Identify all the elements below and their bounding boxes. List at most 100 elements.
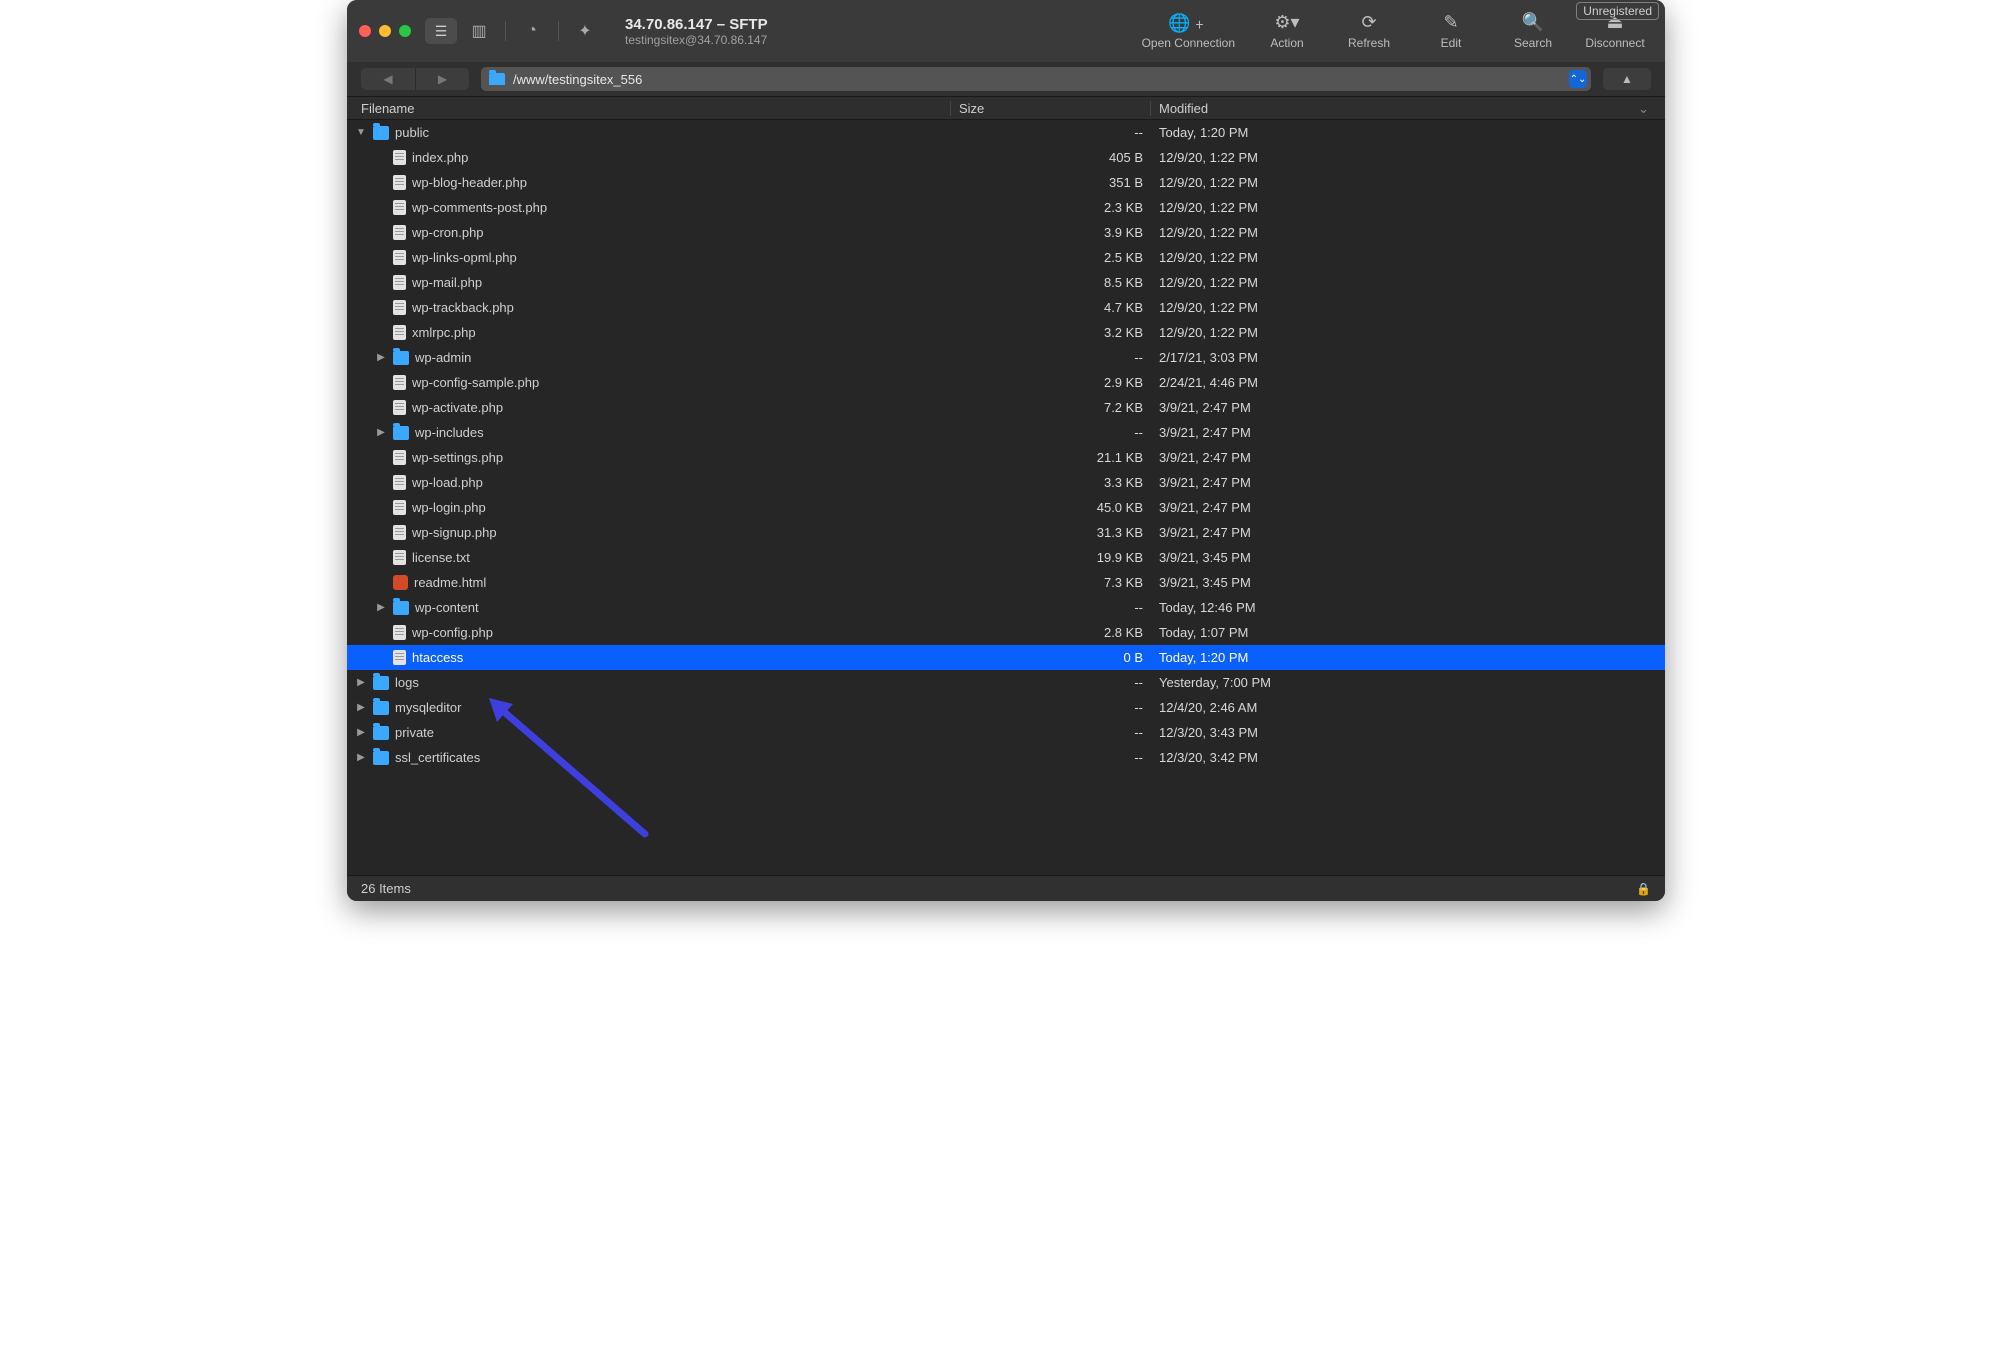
file-row[interactable]: readme.html7.3 KB3/9/21, 3:45 PM — [347, 570, 1665, 595]
file-row[interactable]: ▶private--12/3/20, 3:43 PM — [347, 720, 1665, 745]
disclosure-triangle[interactable]: ▶ — [375, 427, 387, 438]
search-button[interactable]: 🔍 Search — [1503, 12, 1563, 50]
file-row[interactable]: wp-comments-post.php2.3 KB12/9/20, 1:22 … — [347, 195, 1665, 220]
column-size[interactable]: Size — [951, 101, 1151, 116]
bonjour-icon[interactable]: ✦ — [573, 21, 597, 41]
disclosure-triangle[interactable]: ▼ — [355, 127, 367, 138]
close-window-button[interactable] — [359, 25, 371, 37]
open-connection-button[interactable]: 🌐﹢ Open Connection — [1142, 12, 1235, 50]
file-name: mysqleditor — [395, 700, 461, 715]
file-icon — [393, 525, 406, 540]
file-size: 31.3 KB — [951, 525, 1151, 540]
column-modified[interactable]: Modified ⌄ — [1151, 101, 1665, 116]
file-size: 2.5 KB — [951, 250, 1151, 265]
file-size: 45.0 KB — [951, 500, 1151, 515]
file-name: wp-activate.php — [412, 400, 503, 415]
file-name: license.txt — [412, 550, 470, 565]
file-row[interactable]: wp-settings.php21.1 KB3/9/21, 2:47 PM — [347, 445, 1665, 470]
status-bar: 26 Items 🔒 — [347, 875, 1665, 901]
file-row[interactable]: license.txt19.9 KB3/9/21, 3:45 PM — [347, 545, 1665, 570]
file-row[interactable]: wp-trackback.php4.7 KB12/9/20, 1:22 PM — [347, 295, 1665, 320]
edit-button[interactable]: ✎ Edit — [1421, 12, 1481, 50]
file-name: wp-mail.php — [412, 275, 482, 290]
action-label: Action — [1270, 36, 1303, 50]
refresh-button[interactable]: ⟳ Refresh — [1339, 12, 1399, 50]
file-size: -- — [951, 425, 1151, 440]
file-size: -- — [951, 600, 1151, 615]
minimize-window-button[interactable] — [379, 25, 391, 37]
file-row[interactable]: wp-config-sample.php2.9 KB2/24/21, 4:46 … — [347, 370, 1665, 395]
file-row[interactable]: wp-cron.php3.9 KB12/9/20, 1:22 PM — [347, 220, 1665, 245]
file-modified: 3/9/21, 2:47 PM — [1151, 400, 1665, 415]
folder-icon — [393, 351, 409, 365]
disclosure-triangle[interactable]: ▶ — [355, 752, 367, 763]
path-dropdown-icon[interactable]: ⌃⌄ — [1569, 70, 1587, 88]
path-field[interactable]: /www/testingsitex_556 ⌃⌄ — [481, 67, 1591, 91]
file-name: wp-admin — [415, 350, 471, 365]
bookmarks-icon[interactable]: ▥ — [467, 21, 491, 41]
file-size: 21.1 KB — [951, 450, 1151, 465]
file-row[interactable]: wp-load.php 3.3 KB3/9/21, 2:47 PM — [347, 470, 1665, 495]
html-file-icon — [393, 575, 408, 590]
toggle-sidebar-button[interactable]: ☰ — [425, 18, 457, 44]
file-name: wp-content — [415, 600, 479, 615]
disclosure-triangle[interactable]: ▶ — [355, 677, 367, 688]
file-icon — [393, 275, 406, 290]
file-row[interactable]: wp-activate.php7.2 KB3/9/21, 2:47 PM — [347, 395, 1665, 420]
disclosure-triangle[interactable]: ▶ — [355, 727, 367, 738]
window-title: 34.70.86.147 – SFTP — [625, 16, 768, 33]
file-list[interactable]: ▼public--Today, 1:20 PMindex.php405 B12/… — [347, 120, 1665, 875]
file-size: 2.8 KB — [951, 625, 1151, 640]
zoom-window-button[interactable] — [399, 25, 411, 37]
window-controls — [359, 25, 411, 37]
file-modified: 3/9/21, 2:47 PM — [1151, 475, 1665, 490]
disclosure-triangle[interactable]: ▶ — [375, 352, 387, 363]
file-icon — [393, 150, 406, 165]
history-icon[interactable]: ◔ — [520, 22, 544, 40]
disclosure-triangle[interactable]: ▶ — [375, 602, 387, 613]
file-row[interactable]: htaccess0 BToday, 1:20 PM — [347, 645, 1665, 670]
file-icon — [393, 650, 406, 665]
action-label: Disconnect — [1585, 36, 1644, 50]
folder-icon — [373, 751, 389, 765]
status-text: 26 Items — [361, 881, 411, 896]
file-icon — [393, 250, 406, 265]
file-modified: 3/9/21, 3:45 PM — [1151, 575, 1665, 590]
file-name: wp-load.php — [412, 475, 483, 490]
file-row[interactable]: ▶ssl_certificates--12/3/20, 3:42 PM — [347, 745, 1665, 770]
file-row[interactable]: index.php405 B12/9/20, 1:22 PM — [347, 145, 1665, 170]
file-size: 2.3 KB — [951, 200, 1151, 215]
file-row[interactable]: ▶logs--Yesterday, 7:00 PM — [347, 670, 1665, 695]
disclosure-triangle[interactable]: ▶ — [355, 702, 367, 713]
file-modified: 12/9/20, 1:22 PM — [1151, 325, 1665, 340]
folder-icon — [373, 126, 389, 140]
file-row[interactable]: wp-blog-header.php351 B12/9/20, 1:22 PM — [347, 170, 1665, 195]
file-row[interactable]: wp-links-opml.php2.5 KB12/9/20, 1:22 PM — [347, 245, 1665, 270]
nav-forward-button[interactable]: ▶ — [415, 68, 469, 90]
nav-back-button[interactable]: ◀ — [361, 68, 415, 90]
file-row[interactable]: ▶wp-admin--2/17/21, 3:03 PM — [347, 345, 1665, 370]
file-row[interactable]: wp-config.php2.8 KBToday, 1:07 PM — [347, 620, 1665, 645]
file-size: 351 B — [951, 175, 1151, 190]
file-row[interactable]: ▼public--Today, 1:20 PM — [347, 120, 1665, 145]
file-icon — [393, 550, 406, 565]
file-row[interactable]: ▶mysqleditor--12/4/20, 2:46 AM — [347, 695, 1665, 720]
go-up-button[interactable]: ▲ — [1603, 68, 1651, 90]
path-text: /www/testingsitex_556 — [513, 72, 642, 87]
file-name: wp-cron.php — [412, 225, 484, 240]
file-row[interactable]: wp-signup.php31.3 KB3/9/21, 2:47 PM — [347, 520, 1665, 545]
folder-icon — [393, 601, 409, 615]
file-row[interactable]: ▶wp-includes--3/9/21, 2:47 PM — [347, 420, 1665, 445]
app-window: Unregistered ☰ ▥ ◔ ✦ 34.70.86.147 – SFTP… — [347, 0, 1665, 901]
file-row[interactable]: wp-mail.php8.5 KB12/9/20, 1:22 PM — [347, 270, 1665, 295]
file-row[interactable]: wp-login.php45.0 KB3/9/21, 2:47 PM — [347, 495, 1665, 520]
column-filename[interactable]: Filename — [347, 101, 951, 116]
file-modified: 3/9/21, 2:47 PM — [1151, 525, 1665, 540]
file-size: 4.7 KB — [951, 300, 1151, 315]
file-row[interactable]: ▶wp-content--Today, 12:46 PM — [347, 595, 1665, 620]
file-size: 3.3 KB — [951, 475, 1151, 490]
action-menu-button[interactable]: ⚙︎▾ Action — [1257, 12, 1317, 50]
file-row[interactable]: xmlrpc.php3.2 KB12/9/20, 1:22 PM — [347, 320, 1665, 345]
file-name: wp-includes — [415, 425, 484, 440]
titlebar: ☰ ▥ ◔ ✦ 34.70.86.147 – SFTP testingsitex… — [347, 0, 1665, 62]
